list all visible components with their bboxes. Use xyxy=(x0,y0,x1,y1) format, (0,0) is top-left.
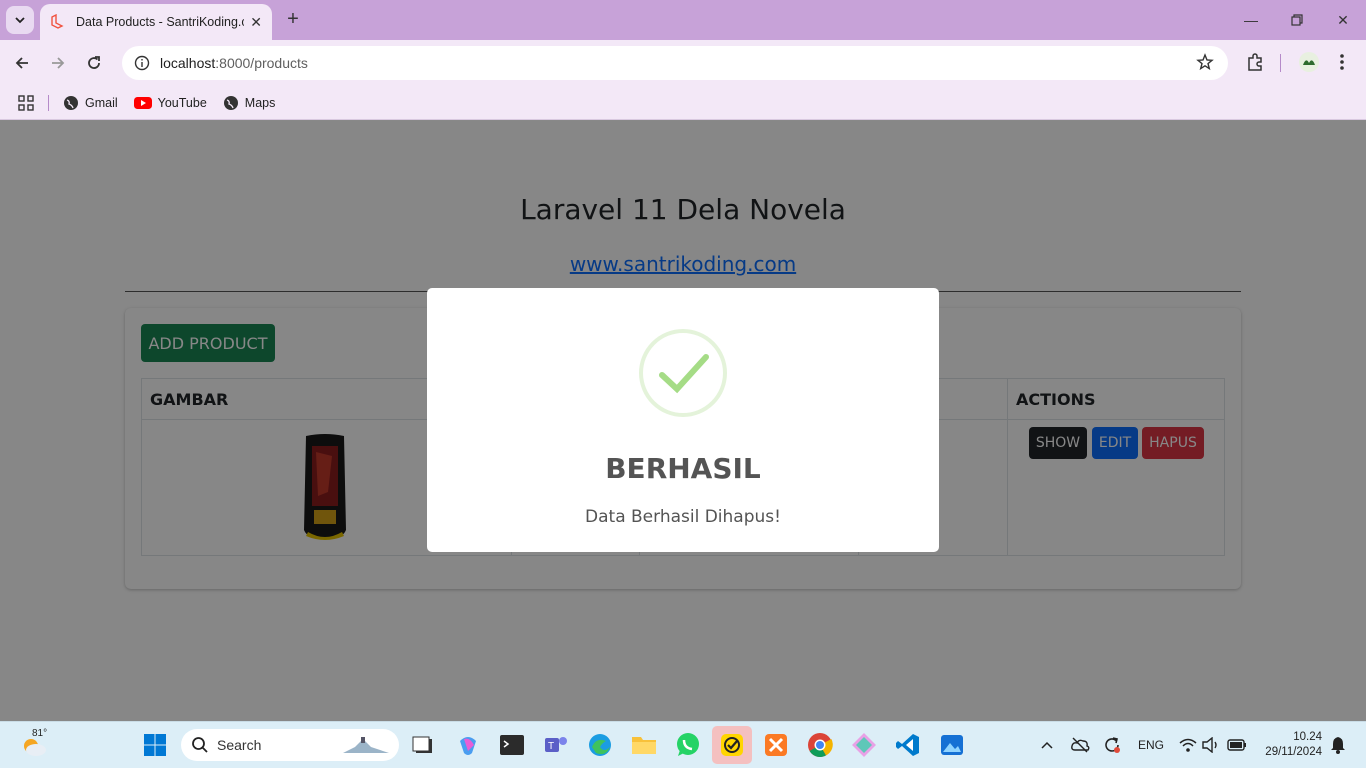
globe-icon xyxy=(223,95,238,110)
close-window-button[interactable]: ✕ xyxy=(1320,0,1366,40)
bookmark-maps[interactable]: Maps xyxy=(223,95,276,111)
battery-icon[interactable] xyxy=(1227,738,1247,752)
globe-icon xyxy=(64,95,78,110)
forward-button[interactable] xyxy=(44,49,72,77)
tab-search-button[interactable] xyxy=(6,6,34,34)
weather-temp: 81° xyxy=(32,728,48,739)
close-tab-icon[interactable]: ✕ xyxy=(250,14,262,31)
search-icon xyxy=(192,737,208,753)
clock-date: 29/11/2024 xyxy=(1265,746,1322,758)
restore-button[interactable] xyxy=(1274,0,1320,40)
tab-title: Data Products - SantriKoding.com xyxy=(76,15,244,29)
search-label: Search xyxy=(217,737,262,753)
teams-button[interactable]: T xyxy=(541,730,571,760)
modal-title: BERHASIL xyxy=(605,452,761,485)
bookmarks-bar: Gmail YouTube Maps xyxy=(0,86,1366,120)
clock[interactable]: 10.24 29/11/2024 xyxy=(1265,730,1322,760)
modal-message: Data Berhasil Dihapus! xyxy=(585,507,781,527)
url-path: :8000/products xyxy=(215,55,308,71)
browser-tab[interactable]: Data Products - SantriKoding.com ✕ xyxy=(40,4,272,40)
checkmark-app-icon xyxy=(721,734,743,756)
taskbar-search[interactable]: Search xyxy=(181,729,399,761)
notification-bell-icon[interactable] xyxy=(1330,736,1346,754)
apps-grid-icon[interactable] xyxy=(18,94,34,111)
bookmark-label: YouTube xyxy=(157,95,207,110)
search-highlight-icon xyxy=(343,737,389,753)
vscode-button[interactable] xyxy=(893,730,923,760)
site-info-icon[interactable] xyxy=(134,55,150,71)
more-menu-icon[interactable] xyxy=(1338,52,1346,72)
arrow-left-icon xyxy=(15,57,28,69)
clock-time: 10.24 xyxy=(1293,731,1322,743)
laravel-favicon-icon xyxy=(51,14,64,29)
browser-toolbar: localhost:8000/products xyxy=(0,40,1366,86)
back-button[interactable] xyxy=(8,49,36,77)
whatsapp-button[interactable] xyxy=(673,730,703,760)
task-view-button[interactable] xyxy=(408,730,438,760)
folder-icon xyxy=(632,737,656,754)
terminal-icon xyxy=(500,735,524,755)
profile-avatar-icon[interactable] xyxy=(1298,51,1320,73)
extensions-icon[interactable] xyxy=(1245,52,1265,72)
start-button[interactable] xyxy=(140,730,170,760)
success-check-icon xyxy=(639,329,727,417)
bookmark-youtube[interactable]: YouTube xyxy=(133,95,207,110)
bookmark-label: Maps xyxy=(244,95,276,110)
volume-icon[interactable] xyxy=(1202,737,1220,753)
chevron-down-icon xyxy=(15,17,25,24)
arrow-right-icon xyxy=(52,57,65,69)
bookmark-gmail[interactable]: Gmail xyxy=(63,95,118,111)
svg-text:T: T xyxy=(548,741,554,752)
language-indicator[interactable]: ENG xyxy=(1138,738,1164,752)
toolbar-divider xyxy=(1280,54,1281,72)
chrome-button[interactable] xyxy=(805,730,835,760)
todo-app-button[interactable] xyxy=(712,726,752,764)
file-explorer-button[interactable] xyxy=(629,730,659,760)
vscode-icon xyxy=(896,734,919,756)
chrome-icon xyxy=(808,733,833,758)
whatsapp-icon xyxy=(677,733,699,756)
task-view-icon xyxy=(412,736,432,753)
minimize-button[interactable]: — xyxy=(1228,0,1274,40)
reload-button[interactable] xyxy=(80,49,108,77)
copilot-button[interactable] xyxy=(453,730,483,760)
diamond-app-icon xyxy=(852,733,876,757)
cursor-app-button[interactable] xyxy=(849,730,879,760)
windows-icon xyxy=(144,734,166,756)
bookmark-star-icon[interactable] xyxy=(1196,53,1214,71)
chevron-up-icon[interactable] xyxy=(1041,740,1053,750)
success-modal: BERHASIL Data Berhasil Dihapus! xyxy=(427,288,939,552)
youtube-icon xyxy=(133,96,152,109)
new-tab-button[interactable]: + xyxy=(282,8,304,30)
edge-icon xyxy=(589,734,611,756)
address-bar[interactable]: localhost:8000/products xyxy=(122,46,1228,80)
bookmarks-divider xyxy=(48,94,49,111)
sync-icon[interactable] xyxy=(1102,735,1122,755)
taskbar: 81° Search T ENG 10.24 29/11/2024 xyxy=(0,721,1366,768)
edge-button[interactable] xyxy=(585,730,615,760)
cloud-offline-icon[interactable] xyxy=(1070,736,1090,754)
copilot-icon xyxy=(460,737,476,755)
restore-icon xyxy=(1291,14,1303,26)
url-host: localhost xyxy=(160,55,216,71)
terminal-button[interactable] xyxy=(497,730,527,760)
reload-icon xyxy=(88,56,100,69)
photos-icon xyxy=(941,735,963,755)
bookmark-label: Gmail xyxy=(85,95,118,110)
wifi-icon[interactable] xyxy=(1179,737,1197,753)
xampp-icon xyxy=(765,734,787,756)
tab-bar: Data Products - SantriKoding.com ✕ + — ✕ xyxy=(0,0,1366,40)
photos-button[interactable] xyxy=(937,730,967,760)
teams-icon: T xyxy=(545,737,567,752)
xampp-button[interactable] xyxy=(761,730,791,760)
